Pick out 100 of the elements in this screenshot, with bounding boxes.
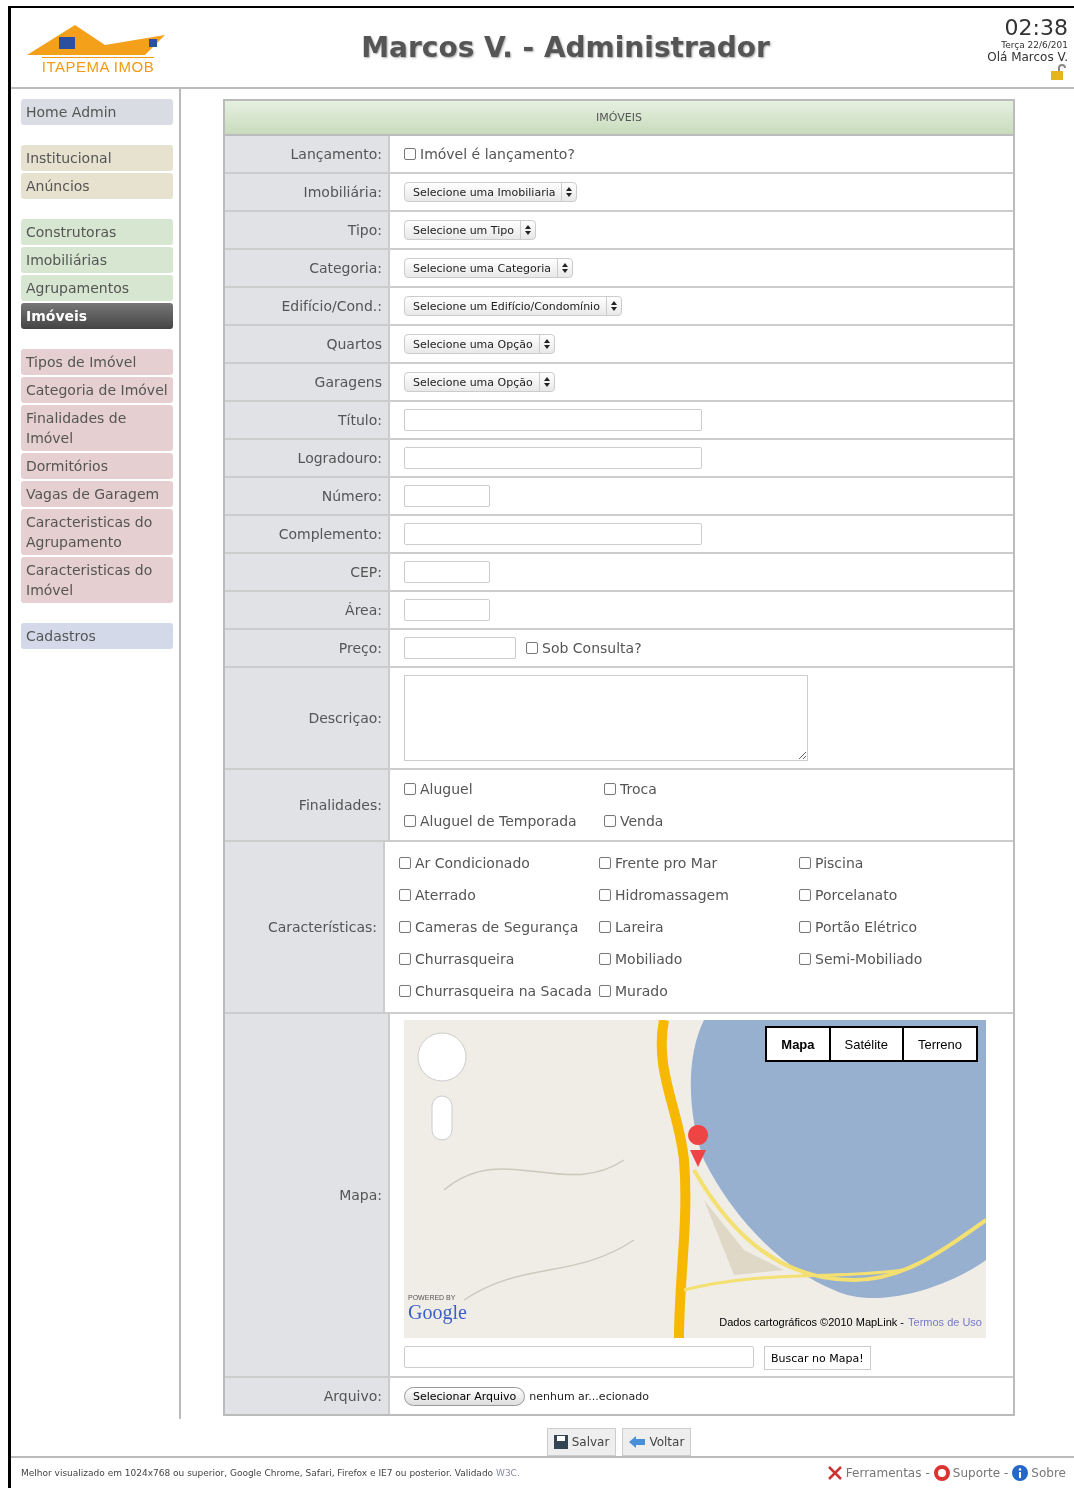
terms-link[interactable]: Termos de Uso <box>908 1316 982 1329</box>
sidebar-item[interactable]: Dormitórios <box>21 453 173 480</box>
map-type-button[interactable]: Terreno <box>902 1027 977 1062</box>
field-label: Imobiliária: <box>225 174 390 211</box>
text-field[interactable] <box>404 637 516 660</box>
checkbox-option[interactable]: Semi-Mobiliado <box>799 951 999 968</box>
select-dropdown[interactable]: Selecione uma Imobiliaria <box>404 182 578 203</box>
clock: 02:38 <box>1004 15 1068 41</box>
field-label: Mapa: <box>225 1014 390 1377</box>
select-dropdown[interactable]: Selecione uma Opção <box>404 334 555 355</box>
select-dropdown[interactable]: Selecione um Edifício/Condomínio <box>404 296 622 317</box>
footer-note: Melhor visualizado em 1024x768 ou superior, Google Chrome, Safari, Firefox e IE7 ou posterior. Validado W3C. <box>21 1468 520 1479</box>
floppy-icon <box>553 1435 568 1450</box>
field-label: Características: <box>225 842 385 1013</box>
field-label: Descriçao: <box>225 668 390 769</box>
info-icon <box>1012 1465 1029 1482</box>
map-attribution: Dados cartográficos ©2010 MapLink - <box>719 1316 904 1329</box>
field-label: Número: <box>225 478 390 515</box>
checkbox-option[interactable]: Hidromassagem <box>599 887 799 904</box>
logo-text: ITAPEMA IMOB <box>41 56 155 75</box>
brand-text: Google <box>408 1301 467 1325</box>
text-field[interactable] <box>404 561 490 584</box>
sidebar-item[interactable]: Anúncios <box>21 173 173 200</box>
description-field[interactable] <box>404 675 808 762</box>
arrow-left-icon <box>629 1436 646 1449</box>
updown-icon <box>562 263 569 274</box>
text-field[interactable] <box>404 523 702 546</box>
sidebar-item[interactable]: Finalidades de Imóvel <box>21 405 173 452</box>
select-dropdown[interactable]: Selecione uma Opção <box>404 372 555 393</box>
checkbox-option[interactable]: Portão Elétrico <box>799 919 999 936</box>
checkbox-option[interactable]: Frente pro Mar <box>599 855 799 872</box>
w3c-link[interactable]: W3C. <box>496 1468 520 1479</box>
sidebar-item[interactable]: Vagas de Garagem <box>21 481 173 508</box>
field-label: Complemento: <box>225 516 390 553</box>
field-label: Área: <box>225 592 390 629</box>
choose-file-button[interactable]: Selecionar Arquivo <box>404 1386 526 1406</box>
text-field[interactable] <box>404 409 702 432</box>
updown-icon <box>543 339 550 350</box>
lifebuoy-icon <box>933 1465 950 1482</box>
checkbox-option[interactable]: Sob Consulta? <box>526 640 642 657</box>
checkbox-option[interactable]: Aluguel <box>404 781 604 798</box>
sidebar-item[interactable]: Caracteristicas do Imóvel <box>21 557 173 604</box>
field-label: Finalidades: <box>225 770 390 841</box>
field-label: Preço: <box>225 630 390 667</box>
checkbox-option[interactable]: Piscina <box>799 855 999 872</box>
checkbox-option[interactable]: Imóvel é lançamento? <box>404 146 575 163</box>
select-dropdown[interactable]: Selecione uma Categoria <box>404 258 574 279</box>
footer-link[interactable]: Ferramentas <box>826 1465 922 1482</box>
field-label: Lançamento: <box>225 136 390 173</box>
checkbox-option[interactable]: Mobiliado <box>599 951 799 968</box>
footer-link[interactable]: Suporte <box>933 1465 1000 1482</box>
checkbox-option[interactable]: Troca <box>604 781 804 798</box>
sidebar-item[interactable]: Institucional <box>21 145 173 172</box>
sidebar-item[interactable]: Agrupamentos <box>21 275 173 302</box>
sidebar-item[interactable]: Home Admin <box>21 99 173 126</box>
checkbox-option[interactable]: Ar Condicionado <box>399 855 599 872</box>
updown-icon <box>525 225 531 236</box>
separator: - <box>925 1466 930 1481</box>
sidebar-item[interactable]: Cadastros <box>21 623 173 650</box>
sidebar-item[interactable]: Caracteristicas do Agrupamento <box>21 509 173 556</box>
checkbox-option[interactable]: Aterrado <box>399 887 599 904</box>
field-label: Edifício/Cond.: <box>225 288 390 325</box>
back-button[interactable]: Voltar <box>622 1428 692 1457</box>
sidebar-item[interactable]: Categoria de Imóvel <box>21 377 173 404</box>
page-title: Marcos V. - Administrador <box>360 31 771 65</box>
text-field[interactable] <box>404 447 702 470</box>
search-map-button[interactable]: Buscar no Mapa! <box>764 1346 871 1371</box>
field-label: CEP: <box>225 554 390 591</box>
checkbox-option[interactable]: Porcelanato <box>799 887 999 904</box>
separator: - <box>1004 1466 1009 1481</box>
address-field[interactable] <box>404 1346 754 1369</box>
field-label: Garagens <box>225 364 390 401</box>
map-type-button[interactable]: Mapa <box>766 1027 830 1062</box>
sidebar-item[interactable]: Imóveis <box>21 303 173 330</box>
updown-icon <box>566 187 573 198</box>
field-label: Categoria: <box>225 250 390 287</box>
field-label: Logradouro: <box>225 440 390 477</box>
field-label: Arquivo: <box>225 1378 390 1415</box>
updown-icon <box>543 377 550 388</box>
checkbox-option[interactable]: Aluguel de Temporada <box>404 813 604 830</box>
footer-link[interactable]: Sobre <box>1012 1465 1066 1482</box>
lock-icon[interactable] <box>1050 64 1068 81</box>
checkbox-option[interactable]: Churrasqueira na Sacada <box>399 983 599 1000</box>
checkbox-option[interactable]: Churrasqueira <box>399 951 599 968</box>
sidebar-item[interactable]: Tipos de Imóvel <box>21 349 173 376</box>
sidebar-item[interactable]: Imobiliárias <box>21 247 173 274</box>
form-title: IMÓVEIS <box>225 101 1013 137</box>
field-label: Tipo: <box>225 212 390 249</box>
file-status: nenhum ar...ecionado <box>529 1389 649 1403</box>
greeting: Olá Marcos V. <box>987 50 1068 65</box>
save-button[interactable]: Salvar <box>546 1428 617 1457</box>
select-dropdown[interactable]: Selecione um Tipo <box>404 220 536 241</box>
text-field[interactable] <box>404 485 490 508</box>
checkbox-option[interactable]: Lareira <box>599 919 799 936</box>
checkbox-option[interactable]: Cameras de Segurança <box>399 919 599 936</box>
checkbox-option[interactable]: Venda <box>604 813 804 830</box>
map-type-button[interactable]: Satélite <box>829 1027 903 1062</box>
checkbox-option[interactable]: Murado <box>599 983 799 1000</box>
sidebar-item[interactable]: Construtoras <box>21 219 173 246</box>
text-field[interactable] <box>404 599 490 622</box>
